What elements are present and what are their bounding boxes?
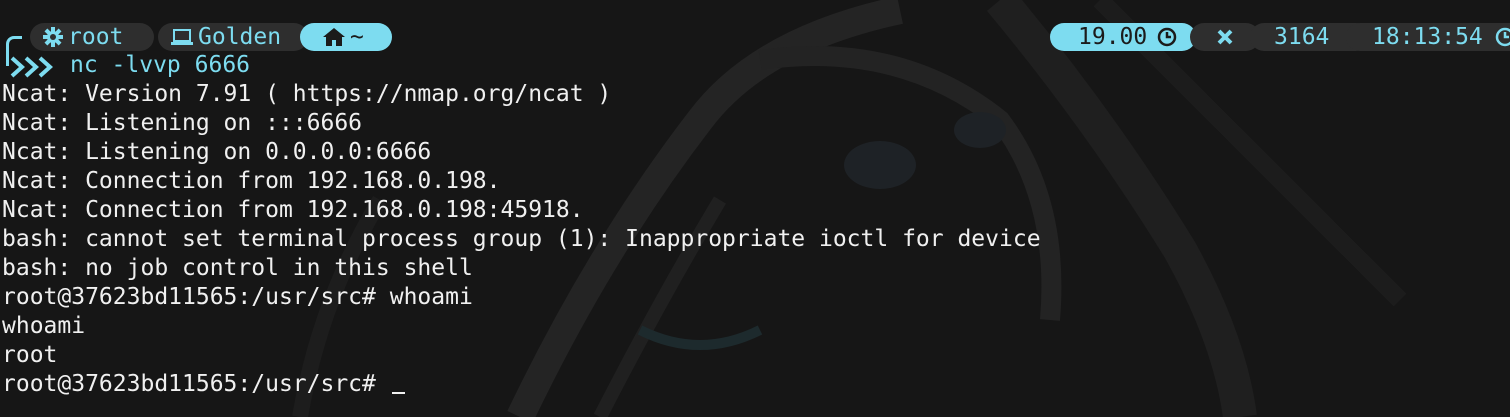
gear-icon [42, 26, 64, 48]
duration-value: 19.00 [1078, 24, 1148, 50]
duration-segment: 19.00 [1050, 23, 1196, 51]
prompt-cwd: ~ [350, 24, 364, 50]
pid-value: 3164 [1274, 24, 1330, 50]
prompt-user: root [68, 24, 124, 50]
output-line: Ncat: Connection from 192.168.0.198:4591… [2, 197, 584, 223]
output-line: bash: no job control in this shell [2, 255, 473, 281]
x-icon [1216, 28, 1234, 46]
current-prompt: root@37623bd11565:/usr/src# [2, 371, 390, 397]
clock-icon [1157, 27, 1177, 47]
output-line: root@37623bd11565:/usr/src# whoami [2, 284, 473, 310]
output-line: whoami [2, 313, 86, 339]
time-value: 18:13:54 [1372, 24, 1483, 50]
prompt-chevrons-icon [10, 56, 53, 78]
prompt-host: Golden [198, 24, 282, 50]
terminal[interactable]: root Golden ~ 19.00 3164 18:13:54 nc -lv… [0, 0, 1510, 417]
prompt-cwd-segment: ~ [300, 23, 392, 51]
time-segment: 18:13:54 [1346, 23, 1510, 51]
home-icon [322, 27, 346, 47]
laptop-icon [170, 27, 194, 47]
prompt-user-segment: root [30, 23, 154, 51]
output-line: root [2, 342, 58, 368]
text-cursor [391, 392, 405, 394]
output-line: Ncat: Listening on :::6666 [2, 110, 363, 136]
current-prompt-line[interactable]: root@37623bd11565:/usr/src# [2, 370, 405, 399]
output-line: bash: cannot set terminal process group … [2, 226, 1041, 252]
output-line: Ncat: Listening on 0.0.0.0:6666 [2, 139, 432, 165]
output-line: Ncat: Version 7.91 ( https://nmap.org/nc… [2, 81, 612, 107]
clock-icon [1495, 27, 1510, 47]
command-line: nc -lvvp 6666 [70, 52, 251, 78]
prompt-host-segment: Golden [158, 23, 308, 51]
output-line: Ncat: Connection from 192.168.0.198. [2, 168, 501, 194]
